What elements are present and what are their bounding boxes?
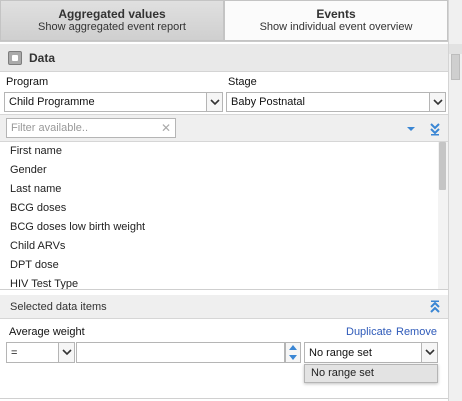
operator-value: = [11,346,18,359]
list-scrollbar[interactable] [438,142,448,289]
chevron-down-icon[interactable] [58,343,74,362]
tab-events-title: Events [316,7,356,21]
range-set-dropdown-list: No range set [304,364,438,383]
filter-available-input[interactable] [6,118,176,138]
program-label: Program [6,76,49,88]
selected-items-header: Selected data items [0,295,448,319]
operator-select[interactable]: = [6,342,75,363]
duplicate-link[interactable]: Duplicate [346,326,392,338]
available-items-list: First name Gender Last name BCG doses BC… [0,142,448,290]
scrollbar-thumb[interactable] [451,54,460,80]
value-input[interactable] [76,342,285,363]
report-type-tabs: Aggregated values Show aggregated event … [0,0,448,42]
filter-toolbar: ✕ [0,114,448,142]
list-item[interactable]: HIV Test Type [0,275,448,289]
value-stepper[interactable] [285,342,301,363]
program-value: Child Programme [9,96,95,108]
chevron-down-icon[interactable] [421,343,437,362]
selected-items-title: Selected data items [10,301,107,313]
list-item[interactable]: BCG doses low birth weight [0,218,448,237]
list-item[interactable]: Gender [0,161,448,180]
clear-filter-icon[interactable]: ✕ [160,122,172,134]
data-panel-header[interactable]: Data [0,44,448,72]
panel-scrollbar[interactable] [448,0,462,401]
double-chevron-down-icon[interactable] [428,122,442,136]
list-scrollbar-thumb[interactable] [439,142,446,190]
program-select[interactable]: Child Programme [4,92,223,112]
range-set-select[interactable]: No range set [304,342,438,363]
tab-aggregated-subtitle: Show aggregated event report [38,21,186,33]
tab-aggregated-values[interactable]: Aggregated values Show aggregated event … [0,0,224,41]
selected-item-name: Average weight [9,326,85,338]
stepper-up-icon[interactable] [286,343,300,353]
list-item[interactable]: BCG doses [0,199,448,218]
list-item[interactable]: Last name [0,180,448,199]
chevron-down-icon[interactable] [206,93,222,111]
tab-events-subtitle: Show individual event overview [259,21,413,33]
list-item[interactable]: Child ARVs [0,237,448,256]
chevron-down-icon[interactable] [429,93,445,111]
list-item[interactable]: DPT dose [0,256,448,275]
select-all-icon[interactable] [404,122,418,136]
dropdown-option[interactable]: No range set [305,365,437,382]
data-icon [8,50,22,65]
tab-aggregated-title: Aggregated values [58,7,166,21]
list-item[interactable]: First name [0,142,448,161]
scroll-up-arrow[interactable] [449,44,462,54]
remove-link[interactable]: Remove [396,326,437,338]
divider [0,398,448,399]
stage-select[interactable]: Baby Postnatal [226,92,446,112]
panel-title: Data [29,50,56,65]
stepper-down-icon[interactable] [286,353,300,363]
tab-events[interactable]: Events Show individual event overview [224,0,448,41]
stage-label: Stage [228,76,257,88]
double-chevron-up-icon[interactable] [428,300,442,314]
range-set-value: No range set [309,346,372,359]
stage-value: Baby Postnatal [231,96,305,108]
